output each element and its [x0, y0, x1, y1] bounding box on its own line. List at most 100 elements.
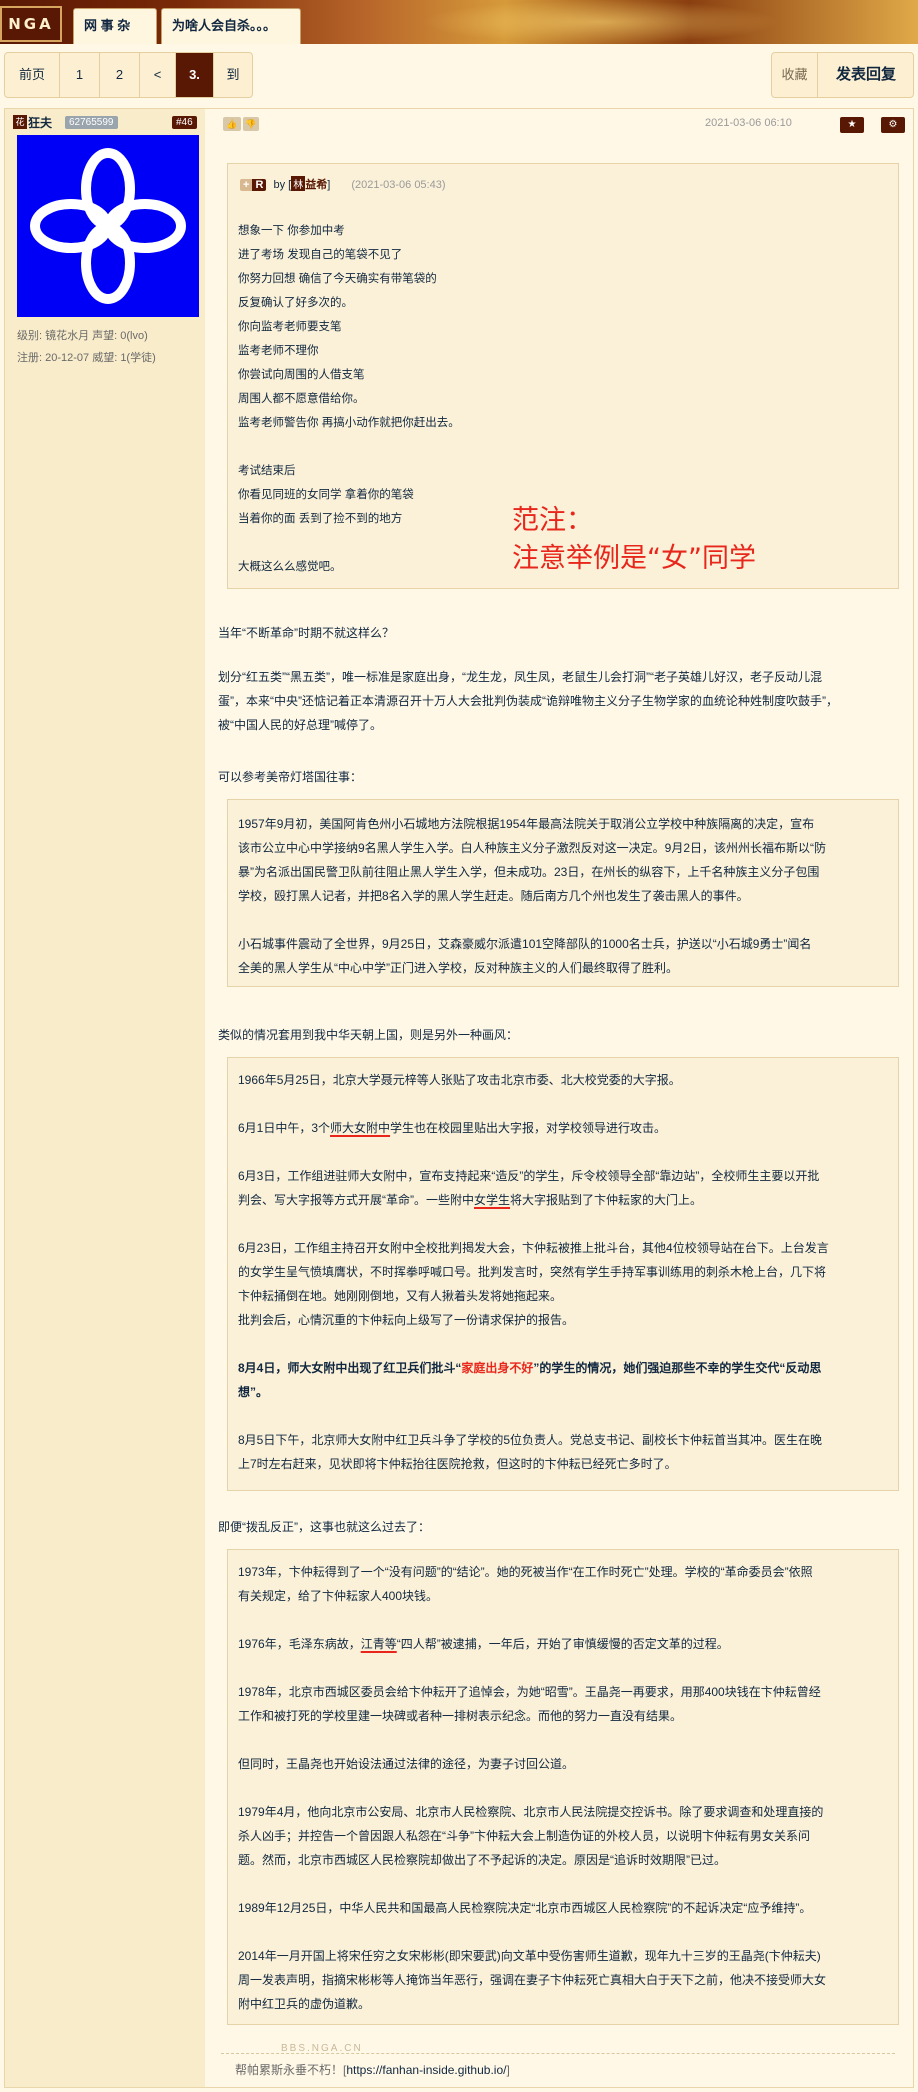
underlined-text: 女学生	[474, 1193, 511, 1207]
user-badge-icon: 花	[13, 115, 27, 129]
quatrefoil-icon	[30, 148, 186, 304]
quote-line: 该市公立中心中学接纳9名黑人学生入学。白人种族主义分子激烈反对这一决定。9月2日…	[238, 841, 827, 855]
signature-end: ]	[506, 2063, 510, 2077]
quote-by: by	[273, 179, 286, 191]
gear-icon[interactable]: ⚙	[881, 117, 905, 133]
quote-block: 1973年，卞仲耘得到了一个“没有问题”的“结论”。她的死被当作“在工作时死亡”…	[227, 1549, 899, 2025]
post-paragraph: 类似的情况套用到我中华天朝上国，则是另外一种画风：	[218, 1028, 519, 1042]
avatar[interactable]	[17, 135, 199, 317]
quote-line: 卞仲耘捅倒在地。她刚刚倒地，又有人揪着头发将她拖起来。	[238, 1289, 563, 1303]
quote-author[interactable]: 益希	[305, 179, 327, 191]
post-paragraph: 被“中国人民的好总理”喊停了。	[218, 718, 382, 732]
quote-block: 1966年5月25日，北京大学聂元梓等人张贴了攻击北京市委、北大校党委的大字报。…	[227, 1057, 899, 1491]
page-back-button[interactable]: <	[140, 53, 176, 97]
header-decoration	[420, 0, 780, 44]
quote-time: (2021-03-06 05:43)	[351, 179, 446, 191]
quote-line: 上7时左右赶来，见状即将卞仲耘抬往医院抢救，但这时的卞仲耘已经死亡多时了。	[238, 1457, 677, 1471]
thumb-up-icon[interactable]: 👍	[223, 117, 241, 131]
quote-line: 1989年12月25日，中华人民共和国最高人民检察院决定“北京市西城区人民检察院…	[238, 1901, 812, 1915]
quote-line: 附中红卫兵的虚伪道歉。	[238, 1997, 371, 2011]
quote-line: 8月5日下午，北京师大女附中红卫兵斗争了学校的5位负责人。党总支书记、副校长卞仲…	[238, 1433, 823, 1447]
quote-line: 你看见同班的女同学 拿着你的笔袋	[238, 489, 414, 501]
floor-number[interactable]: #46	[172, 116, 197, 129]
thread-actions: 收藏 发表回复	[771, 52, 914, 98]
quote-line: 2014年一月开国上将宋任穷之女宋彬彬(即宋要武)向文革中受伤害师生道歉，现年九…	[238, 1949, 821, 1963]
post-toolbar: 👍 👎 2021-03-06 06:10 ★ ⚙	[219, 117, 909, 133]
quote-line: 想”。	[238, 1385, 269, 1399]
quote-line: 学校，殴打黑人记者，并把8名入学的黑人学生赶走。随后南方几个州也发生了袭击黑人的…	[238, 889, 749, 903]
text-span: ”的学生的情况，她们强迫那些不幸的学生交代“反动思	[533, 1361, 822, 1375]
page-goto-button[interactable]: 到	[214, 53, 252, 97]
quote-line: 工作和被打死的学校里建一块碑或者种一排树表示纪念。而他的努力一直没有结果。	[238, 1709, 683, 1723]
quote-line: 但同时，王晶尧也开始设法通过法律的途径，为妻子讨回公道。	[238, 1757, 575, 1771]
quote-line: 监考老师警告你 再搞小动作就把你赶出去。	[238, 417, 460, 429]
underlined-text: 江青等	[360, 1637, 397, 1651]
signature-divider	[221, 2053, 895, 2054]
quote-line: 1979年4月，他向北京市公安局、北京市人民检察院、北京市人民法院提交控诉书。除…	[238, 1805, 824, 1819]
quote-line: 判会、写大字报等方式开展“革命”。一些附中女学生将大字报贴到了卞仲耘家的大门上。	[238, 1190, 888, 1210]
page-1-button[interactable]: 1	[60, 53, 100, 97]
username[interactable]: 狂夫	[28, 114, 52, 131]
text-span: 8月4日，师大女附中出现了红卫兵们批斗“	[238, 1361, 462, 1375]
quote-line: 全美的黑人学生从“中心中学”正门进入学校，反对种族主义的人们最终取得了胜利。	[238, 961, 678, 975]
breadcrumb-forum[interactable]: 网 事 杂 谈	[73, 8, 157, 44]
post-reply-button[interactable]: 发表回复	[818, 53, 914, 97]
post-paragraph: 划分“红五类”“黑五类”，唯一标准是家庭出身，“龙生龙，凤生凤，老鼠生儿会打洞”…	[218, 670, 822, 684]
post-paragraph: 蛋”，本来“中央”还惦记着正本清源召开十万人大会批判伪装成“诡辩唯物主义分子生物…	[218, 694, 838, 708]
quote-line: 进了考场 发现自己的笔袋不见了	[238, 249, 403, 261]
annotation-line: 范注：	[512, 505, 593, 536]
quote-line: 小石城事件震动了全世界，9月25日，艾森豪威尔派遣101空降部队的1000名士兵…	[238, 937, 812, 951]
breadcrumb-thread[interactable]: 为啥人会自杀。。。	[161, 8, 301, 44]
quote-line: 你向监考老师要支笔	[238, 321, 342, 333]
nga-logo[interactable]: NGA	[0, 6, 62, 42]
quote-line: 周围人都不愿意借给你。	[238, 393, 365, 405]
quote-header: + R by [林益希] (2021-03-06 05:43)	[240, 176, 446, 192]
underlined-text: 师大女附中	[330, 1121, 391, 1135]
signature-text: 帮帕累斯永垂不朽！[	[235, 2063, 347, 2077]
page-2-button[interactable]: 2	[100, 53, 140, 97]
signature-link[interactable]: https://fanhan-inside.github.io/	[346, 2063, 506, 2077]
quote-plus-icon[interactable]: +	[240, 179, 253, 191]
page-current[interactable]: 3.	[176, 53, 214, 97]
post-date: 2021-03-06 06:10	[705, 117, 792, 129]
quote-line: 当着你的面 丢到了捡不到的地方	[238, 513, 403, 525]
user-register: 注册: 20-12-07 威望: 1(学徒)	[17, 352, 156, 364]
quote-reply-icon[interactable]: R	[252, 179, 267, 191]
quote-line: 1978年，北京市西城区委员会给卞仲耘开了追悼会，为她“昭雪”。王晶尧一再要求，…	[238, 1685, 821, 1699]
quote-line: 想象一下 你参加中考	[238, 225, 345, 237]
text-span: 将大字报贴到了卞仲耘家的大门上。	[510, 1193, 703, 1207]
quote-line: 反复确认了好多次的。	[238, 297, 353, 309]
quote-line: 杀人凶手；并控告一个曾因跟人私怨在“斗争”卞仲耘大会上制造伪证的外校人员，以说明…	[238, 1829, 810, 1843]
post-paragraph: 可以参考美帝灯塔国往事：	[218, 770, 363, 784]
text-span: 判会、写大字报等方式开展“革命”。一些附中	[238, 1193, 474, 1207]
pagination: 前页 1 2 < 3. 到	[4, 52, 253, 98]
quote-line: 大概这么么感觉吧。	[238, 561, 342, 573]
user-sidebar: 花 狂夫 62765599 #46 级别: 镜花水月 声望: 0(lvo) 注册…	[5, 109, 205, 2087]
quote-line: 暴”为名派出国民警卫队前往阻止黑人学生入学，但未成功。23日，在州长的纵容下，上…	[238, 865, 820, 879]
text-span: 6月1日中午，3个	[238, 1121, 331, 1135]
quote-line: 1966年5月25日，北京大学聂元梓等人张贴了攻击北京市委、北大校党委的大字报。	[238, 1073, 681, 1087]
star-icon[interactable]: ★	[840, 117, 864, 133]
quote-line: 监考老师不理你	[238, 345, 319, 357]
page-prev-button[interactable]: 前页	[5, 53, 60, 97]
quote-line: 1973年，卞仲耘得到了一个“没有问题”的“结论”。她的死被当作“在工作时死亡”…	[238, 1565, 813, 1579]
text-span: “四人帮”被逮捕，一年后，开始了审慎缓慢的否定文革的过程。	[396, 1637, 729, 1651]
highlight-text: 家庭出身不好	[461, 1361, 534, 1375]
header-bar: NGA 网 事 杂 谈 为啥人会自杀。。。	[0, 0, 918, 44]
quote-line: 有关规定，给了卞仲耘家人400块钱。	[238, 1589, 439, 1603]
signature: 帮帕累斯永垂不朽！[https://fanhan-inside.github.i…	[235, 2061, 510, 2078]
quote-line: 批判会后，心情沉重的卞仲耘向上级写了一份请求保护的报告。	[238, 1313, 575, 1327]
quote-line: 8月4日，师大女附中出现了红卫兵们批斗“家庭出身不好”的学生的情况，她们强迫那些…	[238, 1358, 888, 1378]
post-paragraph: 当年“不断革命”时期不就这样么？	[218, 626, 394, 640]
user-uid[interactable]: 62765599	[65, 116, 118, 129]
favorite-button[interactable]: 收藏	[772, 53, 818, 97]
text-span: 1976年，毛泽东病故，	[238, 1637, 361, 1651]
quote-line: 6月23日，工作组主持召开女附中全校批判揭发大会，卞仲耘被推上批斗台，其他4位校…	[238, 1241, 829, 1255]
quote-line: 1976年，毛泽东病故，江青等“四人帮”被逮捕，一年后，开始了审慎缓慢的否定文革…	[238, 1634, 888, 1654]
post-paragraph: 即便“拨乱反正”，这事也就这么过去了：	[218, 1520, 430, 1534]
thumb-down-icon[interactable]: 👎	[243, 117, 259, 131]
quote-block: 1957年9月初，美国阿肯色州小石城地方法院根据1954年最高法院关于取消公立学…	[227, 799, 899, 987]
quote-line: 题。然而，北京市西城区人民检察院却做出了不予起诉的决定。原因是“追诉时效期限”已…	[238, 1853, 726, 1867]
quote-block: + R by [林益希] (2021-03-06 05:43) 想象一下 你参加中…	[227, 163, 899, 589]
quote-line: 周一发表声明，指摘宋彬彬等人掩饰当年恶行，强调在妻子卞仲耘死亡真相大白于天下之前…	[238, 1973, 827, 1987]
